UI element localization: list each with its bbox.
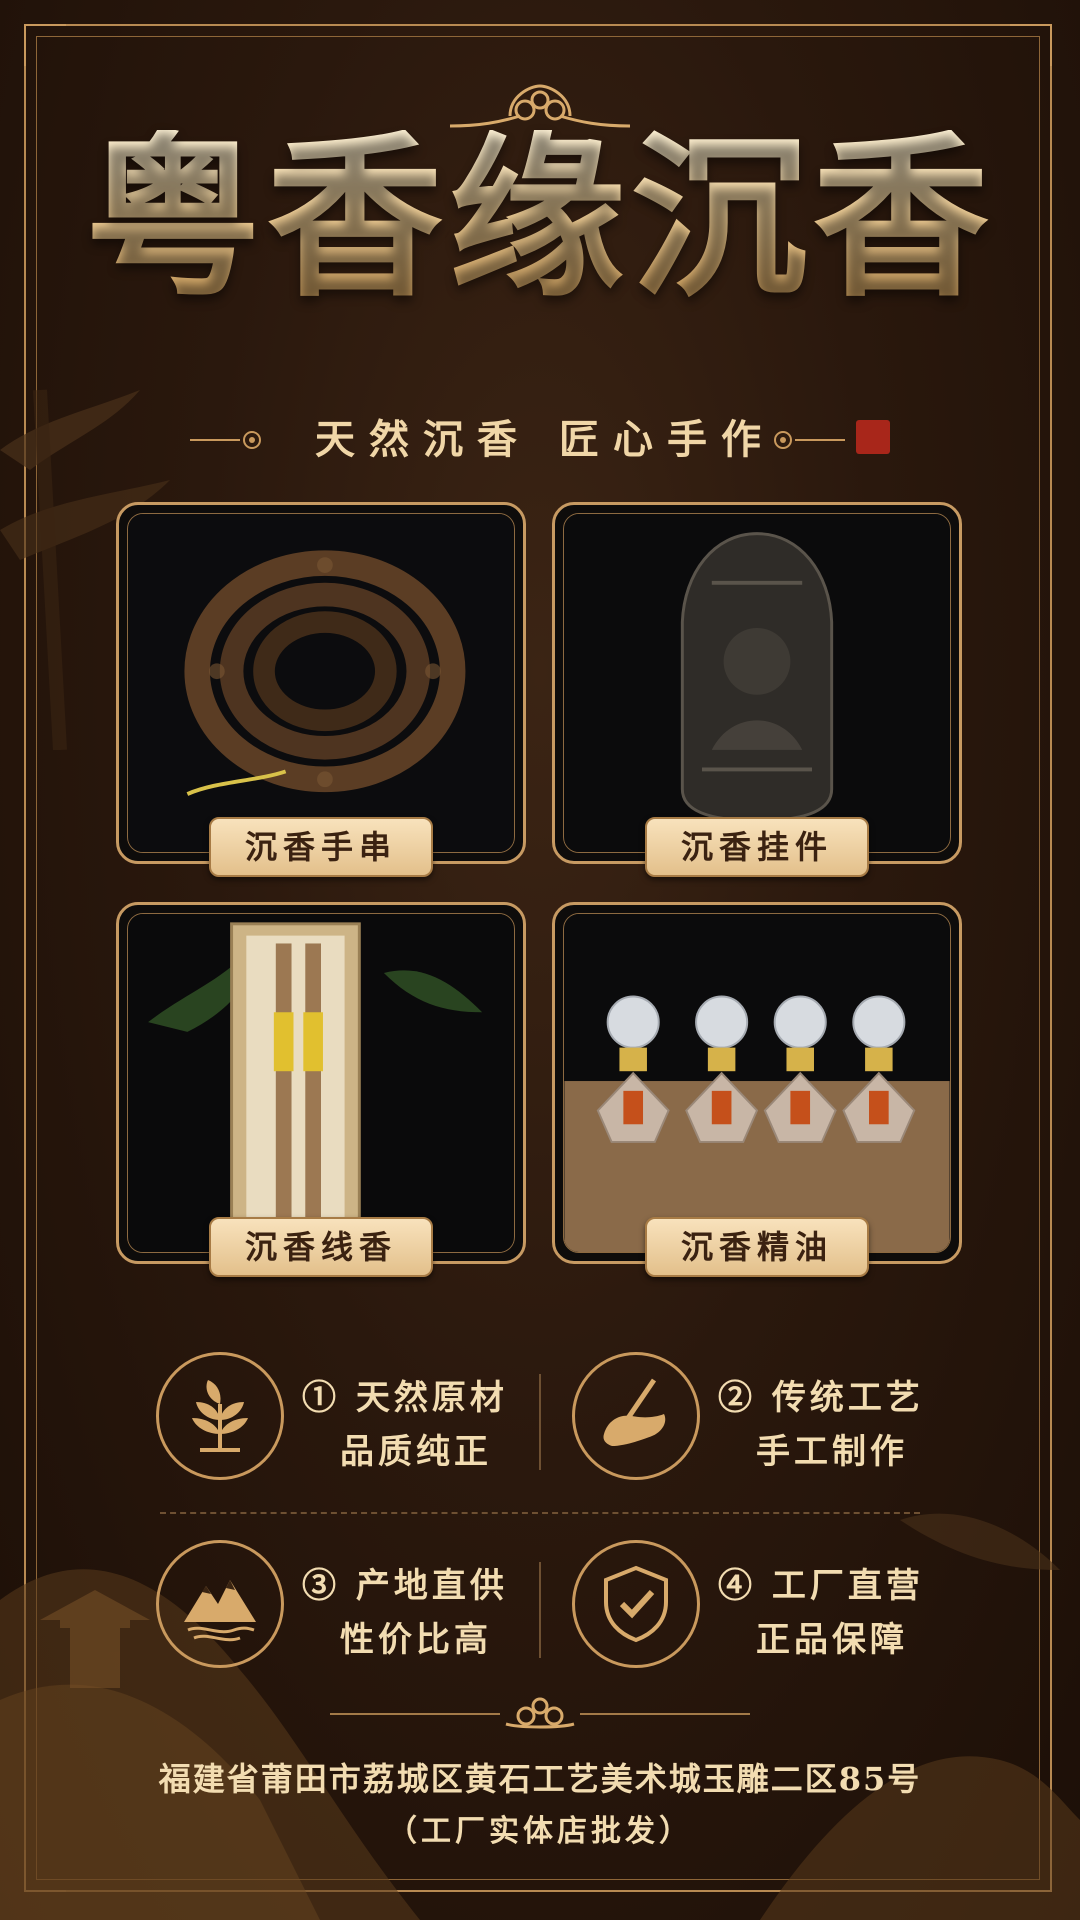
shield-check-icon bbox=[572, 1540, 700, 1668]
essential-oil-image bbox=[564, 914, 950, 1252]
brand-title: 粤香缘沉香 bbox=[0, 130, 1080, 306]
product-card-oil[interactable]: 沉香精油 bbox=[552, 902, 962, 1277]
product-label: 沉香手串 bbox=[209, 817, 433, 877]
footer-cloud-ornament bbox=[330, 1697, 750, 1729]
product-label: 沉香挂件 bbox=[645, 817, 869, 877]
slogan-text: 天然沉香 匠心手作 bbox=[315, 416, 775, 463]
feature-subtitle: 品质纯正 bbox=[340, 1432, 492, 1472]
feature-divider bbox=[539, 1562, 541, 1658]
feature-subtitle: 正品保障 bbox=[756, 1620, 908, 1660]
feature-divider bbox=[160, 1512, 920, 1514]
feature-title: ④ 工厂直营 bbox=[718, 1566, 924, 1606]
product-label: 沉香线香 bbox=[209, 1217, 433, 1277]
corner-ornament bbox=[1010, 24, 1052, 66]
product-card-pendant[interactable]: 沉香挂件 bbox=[552, 502, 962, 877]
mountain-icon bbox=[156, 1540, 284, 1668]
incense-box-image bbox=[128, 914, 514, 1252]
address-note: （工厂实体店批发） bbox=[387, 1814, 693, 1849]
scroll-ornament-icon bbox=[774, 431, 845, 449]
feature-title: ③ 产地直供 bbox=[302, 1566, 508, 1606]
red-seal-stamp bbox=[856, 420, 890, 454]
product-label: 沉香精油 bbox=[645, 1217, 869, 1277]
feature-subtitle: 性价比高 bbox=[340, 1620, 492, 1660]
feature-traditional-craft: ② 传统工艺 手工制作 bbox=[572, 1352, 972, 1492]
address-text: 福建省莆田市荔城区黄石工艺美术城玉雕二区85号 bbox=[158, 1760, 922, 1798]
feature-origin-direct: ③ 产地直供 性价比高 bbox=[156, 1540, 556, 1680]
scroll-ornament-icon bbox=[190, 431, 261, 449]
feature-subtitle: 手工制作 bbox=[756, 1432, 908, 1472]
bead-bracelet-image bbox=[128, 514, 514, 852]
feature-natural-material: ① 天然原材 品质纯正 bbox=[156, 1352, 556, 1492]
feature-title: ① 天然原材 bbox=[302, 1378, 508, 1418]
sprout-icon bbox=[156, 1352, 284, 1480]
feature-factory-direct: ④ 工厂直营 正品保障 bbox=[572, 1540, 972, 1680]
product-card-incense[interactable]: 沉香线香 bbox=[116, 902, 526, 1277]
buddha-pendant-image bbox=[564, 514, 950, 852]
corner-ornament bbox=[24, 24, 66, 66]
product-card-bracelet[interactable]: 沉香手串 bbox=[116, 502, 526, 877]
feature-title: ② 传统工艺 bbox=[718, 1378, 924, 1418]
slogan-row: 天然沉香 匠心手作 bbox=[190, 410, 890, 470]
feature-divider bbox=[539, 1374, 541, 1470]
hand-brush-icon bbox=[572, 1352, 700, 1480]
